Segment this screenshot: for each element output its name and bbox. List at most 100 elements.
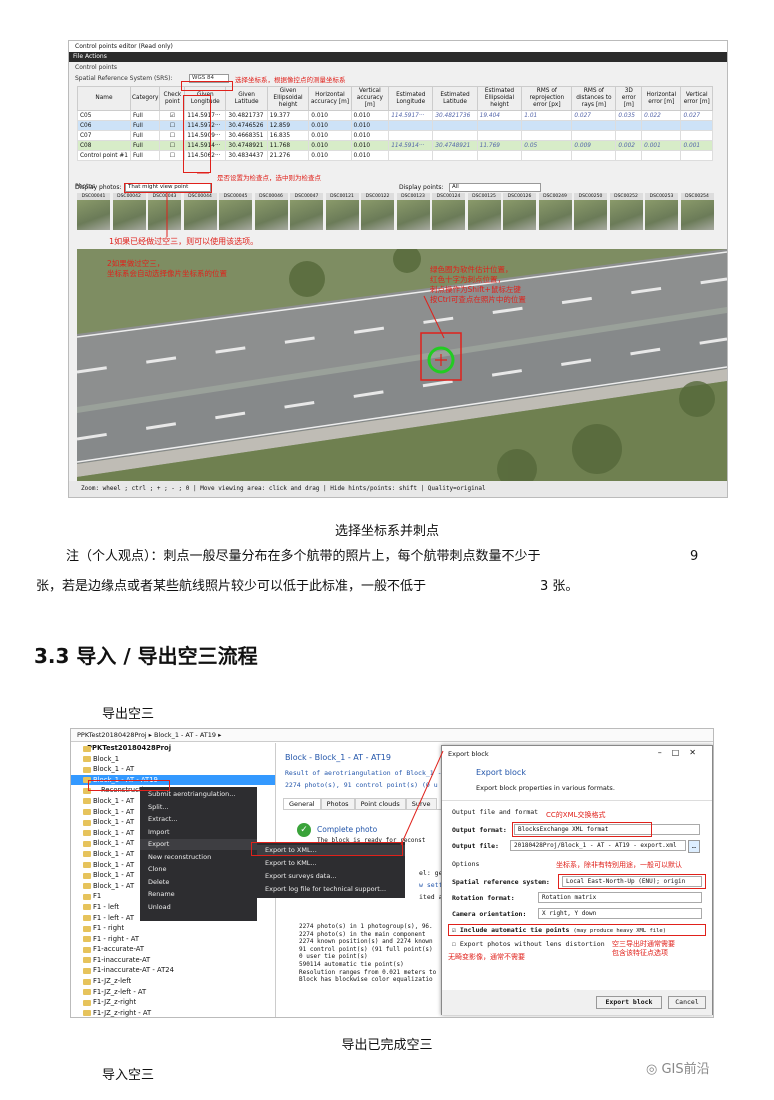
column-header[interactable]: Horizontal error [m] — [641, 86, 682, 111]
photo-thumbnail[interactable]: DSC00253 — [645, 193, 678, 231]
panel-tabs[interactable]: General Photos Point clouds Surve — [283, 798, 448, 810]
display-points-select[interactable]: All — [449, 183, 541, 192]
thumbnail-image — [432, 200, 465, 230]
table-cell — [571, 120, 617, 131]
photo-thumbnail[interactable]: DSC00122 — [361, 193, 394, 231]
photo-thumbnail[interactable]: DSC00121 — [325, 193, 359, 231]
table-row[interactable]: C07 Full ☐ 114.5909··· 30.4668351 16.835 0.010… — [77, 130, 713, 141]
photo-thumbnail[interactable]: DSC00249 — [538, 193, 572, 231]
lens-checkbox[interactable]: ☐ — [452, 940, 460, 948]
column-header[interactable]: Vertical error [m] — [680, 86, 713, 111]
tab[interactable]: Surve — [405, 798, 437, 809]
tree-item[interactable]: F1 - right - AT — [71, 934, 275, 945]
export-block-button[interactable]: Export block — [596, 996, 662, 1009]
menu-bar[interactable]: File Actions — [69, 52, 727, 62]
table-row[interactable]: C05 Full ☑ 114.5917··· 30.4821737 19.377 0.010… — [77, 110, 713, 121]
photo-thumbnail[interactable]: DSC00046 — [254, 193, 288, 231]
tab[interactable]: General — [283, 798, 321, 809]
menu-item[interactable]: Delete — [140, 877, 257, 888]
tree-item[interactable]: F1-JZ_z-left - AT — [71, 987, 275, 998]
menu-item[interactable]: Import — [140, 827, 257, 838]
thumbnail-label: DSC00126 — [503, 193, 536, 200]
table-row[interactable]: C08 Full ☐ 114.5914··· 30.4748921 11.768 0.010… — [77, 140, 713, 151]
column-header[interactable]: RMS of distances to rays [m] — [571, 86, 617, 111]
submenu-item[interactable]: Export log file for technical support... — [257, 884, 405, 895]
photo-thumbnail[interactable]: DSC00042 — [112, 193, 146, 231]
photo-thumbnail[interactable]: DSC00123 — [396, 193, 430, 231]
photo-thumbnail-strip[interactable]: DSC00041 DSC00042 DSC00043 DSC00044 DSC00045… — [77, 193, 727, 233]
rotation-select[interactable]: Rotation matrix — [538, 892, 702, 903]
column-header[interactable]: Given Ellipsoidal height — [266, 86, 310, 111]
table-cell: Full — [129, 150, 161, 161]
panel-stats: 2274 photo(s), 91 control point(s) (0 u — [285, 781, 438, 789]
column-header[interactable]: RMS of reprojection error [px] — [521, 86, 573, 111]
file-input[interactable]: 20180428Proj/Block_1 - AT - AT19 - expor… — [510, 840, 686, 851]
tree-item[interactable]: F1-JZ_z-right - AT — [71, 1008, 275, 1017]
submenu-item[interactable]: Export to KML... — [257, 858, 405, 869]
tree-item[interactable]: PPKTest20180428Proj — [71, 743, 275, 754]
table-cell: 0.010 — [350, 130, 390, 141]
minimize-icon[interactable]: – — [658, 748, 672, 757]
green-note-1: 绿色圈为软件估计位置， — [430, 265, 513, 274]
table-cell[interactable]: ☐ — [159, 140, 186, 151]
table-cell — [388, 150, 434, 161]
photo-thumbnail[interactable]: DSC00254 — [680, 193, 714, 231]
column-header[interactable]: Category — [129, 86, 161, 111]
menu-item[interactable]: Clone — [140, 864, 257, 875]
menu-item[interactable]: Export — [140, 839, 257, 850]
checkmark-icon: ✓ — [297, 823, 311, 837]
table-cell — [641, 120, 682, 131]
tree-item[interactable]: F1-inaccurate-AT — [71, 955, 275, 966]
tree-item[interactable]: F1-JZ_z-right — [71, 997, 275, 1008]
maximize-icon[interactable]: □ — [672, 748, 690, 757]
photo-thumbnail[interactable]: DSC00045 — [219, 193, 252, 231]
photo-thumbnail[interactable]: DSC00041 — [77, 193, 110, 231]
submenu-item[interactable]: Export surveys data... — [257, 871, 405, 882]
close-icon[interactable]: ✕ — [689, 748, 706, 757]
tab[interactable]: Point clouds — [354, 798, 406, 809]
caption-1: 选择坐标系并刺点 — [334, 524, 439, 539]
column-header[interactable]: Vertical accuracy [m] — [350, 86, 390, 111]
table-row[interactable]: C06 Full ☐ 114.5972··· 30.4746526 12.859 0.010… — [77, 120, 713, 131]
tree-item[interactable]: Block_1 - AT — [71, 764, 275, 775]
tree-item[interactable]: F1-inaccurate-AT - AT24 — [71, 965, 275, 976]
photo-viewer[interactable]: 2如果做过空三， 坐标系会自动选择像片坐标系的位置 绿色圈为软件估计位置， 红色… — [77, 249, 727, 481]
column-header[interactable]: Estimated Latitude — [432, 86, 478, 111]
tree-item[interactable]: F1 - right — [71, 923, 275, 934]
photo-thumbnail[interactable]: DSC00044 — [183, 193, 217, 231]
photo-thumbnail[interactable]: DSC00043 — [148, 193, 181, 231]
browse-button[interactable]: … — [688, 840, 700, 853]
column-header[interactable]: Estimated Ellipsoidal height — [476, 86, 523, 111]
photo-thumbnail[interactable]: DSC00252 — [609, 193, 643, 231]
table-cell: 30.4746526 — [225, 120, 268, 131]
table-cell[interactable]: ☐ — [159, 130, 186, 141]
photo-thumbnail[interactable]: DSC00124 — [432, 193, 465, 231]
table-cell[interactable]: ☐ — [159, 150, 186, 161]
status-bar: Zoom: wheel ; ctrl ; + ; - ; 0 | Move vi… — [69, 481, 727, 497]
column-header[interactable]: 3D error [m] — [615, 86, 643, 111]
table-row[interactable]: Control point #1 Full ☐ 114.5062··· 30.48344… — [77, 150, 713, 161]
context-menu[interactable]: Submit aerotriangulation... Split... Extra… — [140, 787, 257, 921]
menu-item[interactable]: New reconstruction — [140, 852, 257, 863]
breadcrumb[interactable]: PPKTest20180428Proj ▸ Block_1 - AT - AT1… — [71, 729, 713, 742]
tree-item[interactable]: F1-JZ_z-left — [71, 976, 275, 987]
photo-thumbnail[interactable]: DSC00125 — [467, 193, 501, 231]
photo-thumbnail[interactable]: DSC00126 — [503, 193, 536, 231]
thumbnail-image — [574, 200, 607, 230]
tree-item[interactable]: F1-accurate-AT — [71, 944, 275, 955]
column-header[interactable]: Horizontal accuracy [m] — [308, 86, 352, 111]
camera-select[interactable]: X right, Y down — [538, 908, 702, 919]
cancel-button[interactable]: Cancel — [668, 996, 706, 1009]
photo-thumbnail[interactable]: DSC00250 — [574, 193, 607, 231]
table-cell[interactable]: ☑ — [159, 110, 186, 121]
menu-item[interactable]: Unload — [140, 902, 257, 913]
menu-item[interactable]: Extract... — [140, 814, 257, 825]
photo-thumbnail[interactable]: DSC00047 — [290, 193, 323, 231]
menu-item[interactable]: Rename — [140, 889, 257, 900]
tree-item[interactable]: Block_1 — [71, 754, 275, 765]
column-header[interactable]: Name — [77, 86, 131, 111]
column-header[interactable]: Estimated Longitude — [388, 86, 434, 111]
tab[interactable]: Photos — [320, 798, 355, 809]
menu-item[interactable]: Split... — [140, 802, 257, 813]
table-cell[interactable]: ☐ — [159, 120, 186, 131]
